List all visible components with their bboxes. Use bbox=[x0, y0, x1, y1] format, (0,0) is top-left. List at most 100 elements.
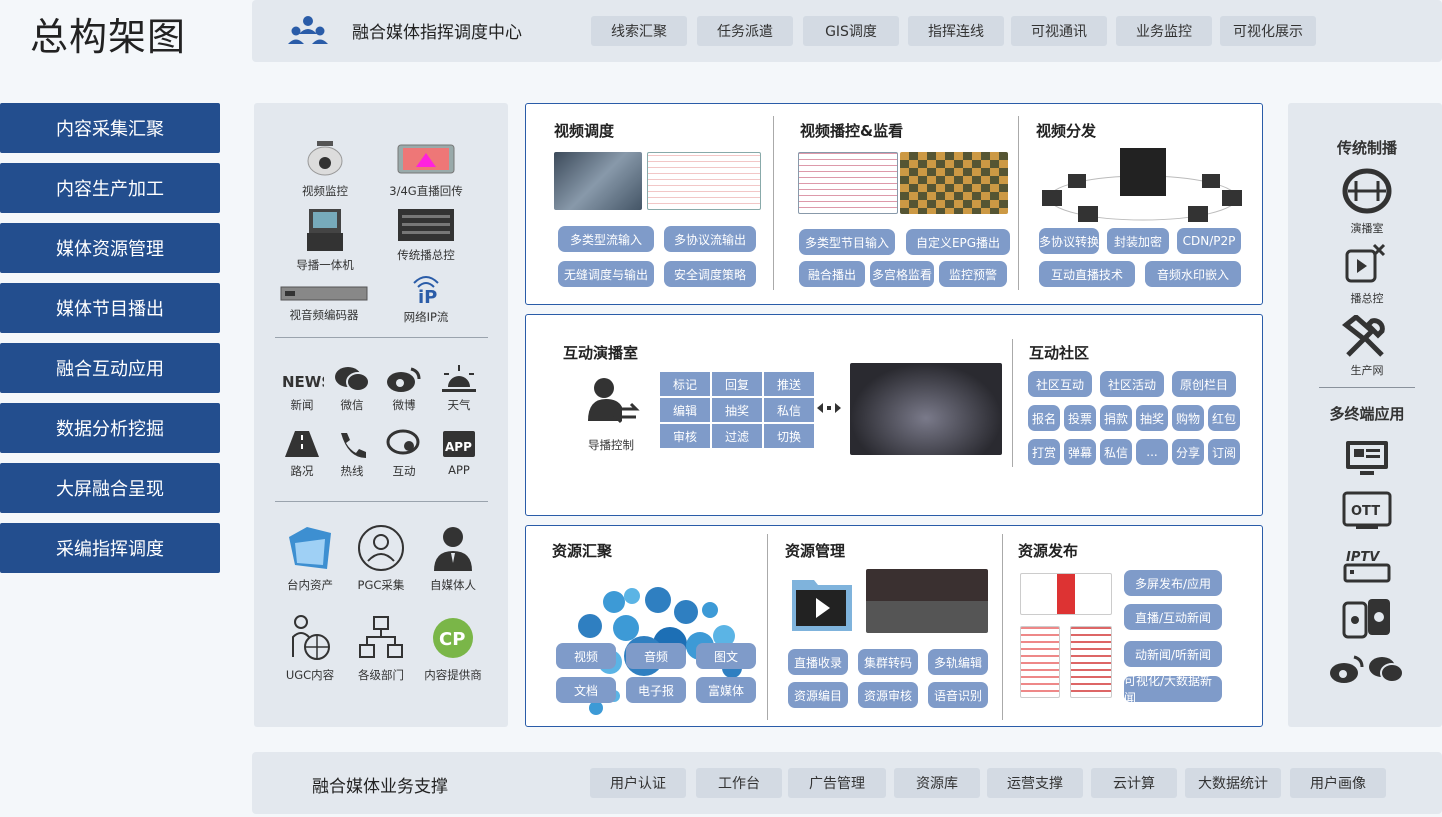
bottom-chip-user-profile[interactable]: 用户画像 bbox=[1290, 768, 1386, 798]
source-label: 热线 bbox=[340, 464, 364, 478]
grid-cell[interactable]: 抽奖 bbox=[712, 398, 762, 422]
nav-program-playout[interactable]: 媒体节目播出 bbox=[0, 283, 220, 333]
users-group-icon bbox=[288, 16, 328, 44]
tag[interactable]: 多类型流输入 bbox=[558, 226, 654, 252]
bottom-chip-ads[interactable]: 广告管理 bbox=[788, 768, 886, 798]
tag[interactable]: 互动直播技术 bbox=[1039, 261, 1135, 287]
tag[interactable]: 无缝调度与输出 bbox=[558, 261, 654, 287]
top-chip-task[interactable]: 任务派遣 bbox=[697, 16, 793, 46]
tag[interactable]: 多轨编辑 bbox=[928, 649, 988, 675]
dispatch-screen-image bbox=[647, 152, 761, 210]
news-site-image bbox=[1020, 573, 1112, 615]
tag[interactable]: 多屏发布/应用 bbox=[1124, 570, 1222, 596]
tag[interactable]: 社区活动 bbox=[1100, 371, 1164, 397]
nav-content-produce[interactable]: 内容生产加工 bbox=[0, 163, 220, 213]
source-label: UGC内容 bbox=[285, 668, 335, 682]
tag[interactable]: 视频 bbox=[556, 643, 616, 669]
grid-cell[interactable]: 推送 bbox=[764, 372, 814, 396]
tag[interactable]: 直播收录 bbox=[788, 649, 848, 675]
tag[interactable]: 融合播出 bbox=[799, 261, 865, 287]
grid-cell[interactable]: 编辑 bbox=[660, 398, 710, 422]
studio-photo bbox=[850, 363, 1002, 455]
source-label: 微信 bbox=[340, 398, 364, 412]
tag[interactable]: 抽奖 bbox=[1136, 405, 1168, 431]
grid-cell[interactable]: 标记 bbox=[660, 372, 710, 396]
tag[interactable]: 文档 bbox=[556, 677, 616, 703]
tag[interactable]: 集群转码 bbox=[858, 649, 918, 675]
grid-cell[interactable]: 回复 bbox=[712, 372, 762, 396]
bottom-chip-workbench[interactable]: 工作台 bbox=[696, 768, 782, 798]
tag[interactable]: 富媒体 bbox=[696, 677, 756, 703]
tag[interactable]: 分享 bbox=[1172, 439, 1204, 465]
tag[interactable]: 音频水印嵌入 bbox=[1145, 261, 1241, 287]
tag[interactable]: 原创栏目 bbox=[1172, 371, 1236, 397]
tag[interactable]: 弹幕 bbox=[1064, 439, 1096, 465]
multi-terminal-title: 多终端应用 bbox=[1329, 405, 1405, 423]
bottom-chip-auth[interactable]: 用户认证 bbox=[590, 768, 686, 798]
tag[interactable]: 资源审核 bbox=[858, 682, 918, 708]
tag[interactable]: 社区互动 bbox=[1028, 371, 1092, 397]
grid-cell[interactable]: 切换 bbox=[764, 424, 814, 448]
nav-data-analysis[interactable]: 数据分析挖掘 bbox=[0, 403, 220, 453]
top-chip-visual-comm[interactable]: 可视通讯 bbox=[1011, 16, 1107, 46]
source-label: 台内资产 bbox=[287, 578, 333, 592]
cctv-camera-icon bbox=[307, 141, 343, 176]
tag[interactable]: 多宫格监看 bbox=[870, 261, 934, 287]
tag[interactable]: 报名 bbox=[1028, 405, 1060, 431]
tag[interactable]: 投票 bbox=[1064, 405, 1096, 431]
source-label: PGC采集 bbox=[357, 578, 405, 592]
source-label: 各级部门 bbox=[358, 668, 404, 682]
tag[interactable]: 语音识别 bbox=[928, 682, 988, 708]
user-globe-icon bbox=[292, 615, 330, 660]
section-title: 互动演播室 bbox=[563, 344, 639, 362]
top-chip-gis[interactable]: GIS调度 bbox=[803, 16, 899, 46]
tag[interactable]: 多类型节目输入 bbox=[799, 229, 895, 255]
tag[interactable]: 监控预警 bbox=[939, 261, 1007, 287]
tag[interactable]: 订阅 bbox=[1208, 439, 1240, 465]
grid-cell[interactable]: 过滤 bbox=[712, 424, 762, 448]
tag[interactable]: 多协议流输出 bbox=[664, 226, 756, 252]
top-chip-monitor[interactable]: 业务监控 bbox=[1116, 16, 1212, 46]
rack-equipment-icon bbox=[398, 209, 454, 241]
tag[interactable]: 购物 bbox=[1172, 405, 1204, 431]
tag[interactable]: 安全调度策略 bbox=[664, 261, 756, 287]
grid-cell[interactable]: 审核 bbox=[660, 424, 710, 448]
source-we-media: 自媒体人 bbox=[411, 523, 495, 593]
tag[interactable]: 私信 bbox=[1100, 439, 1132, 465]
nav-editorial-command[interactable]: 采编指挥调度 bbox=[0, 523, 220, 573]
resource-box: 资源汇聚 视频 音频 图文 文档 电子报 富媒体 资源管理 直播收录 集群转码 … bbox=[525, 525, 1263, 727]
tag[interactable]: ... bbox=[1136, 439, 1168, 465]
tag[interactable]: 电子报 bbox=[626, 677, 686, 703]
ott-box-icon: OTT bbox=[1342, 491, 1392, 529]
tag[interactable]: 打赏 bbox=[1028, 439, 1060, 465]
source-label: 内容提供商 bbox=[424, 668, 482, 682]
nav-content-collect[interactable]: 内容采集汇聚 bbox=[0, 103, 220, 153]
bottom-chip-cloud[interactable]: 云计算 bbox=[1091, 768, 1177, 798]
tag[interactable]: CDN/P2P bbox=[1177, 228, 1241, 254]
nav-interactive-apps[interactable]: 融合互动应用 bbox=[0, 343, 220, 393]
top-chip-connect[interactable]: 指挥连线 bbox=[908, 16, 1004, 46]
bottom-chip-bigdata[interactable]: 大数据统计 bbox=[1185, 768, 1281, 798]
tag[interactable]: 动新闻/听新闻 bbox=[1124, 641, 1222, 667]
tag[interactable]: 封装加密 bbox=[1107, 228, 1169, 254]
right-item-label: 演播室 bbox=[1350, 222, 1384, 235]
tag[interactable]: 图文 bbox=[696, 643, 756, 669]
tag[interactable]: 红包 bbox=[1208, 405, 1240, 431]
tag[interactable]: 资源编目 bbox=[788, 682, 848, 708]
bottom-chip-operations[interactable]: 运营支撑 bbox=[987, 768, 1083, 798]
nav-media-assets[interactable]: 媒体资源管理 bbox=[0, 223, 220, 273]
top-chip-visualization[interactable]: 可视化展示 bbox=[1220, 16, 1316, 46]
source-video-monitor: 视频监控 bbox=[283, 139, 367, 199]
tag[interactable]: 音频 bbox=[626, 643, 686, 669]
nav-big-screen[interactable]: 大屏融合呈现 bbox=[0, 463, 220, 513]
tag[interactable]: 可视化/大数据新闻 bbox=[1124, 674, 1222, 705]
cp-glyph: CP bbox=[439, 629, 465, 650]
tag[interactable]: 多协议转换 bbox=[1039, 228, 1099, 254]
bottom-chip-repository[interactable]: 资源库 bbox=[894, 768, 980, 798]
grid-cell[interactable]: 私信 bbox=[764, 398, 814, 422]
top-chip-clue[interactable]: 线索汇聚 bbox=[591, 16, 687, 46]
tag[interactable]: 捐款 bbox=[1100, 405, 1132, 431]
tag[interactable]: 自定义EPG播出 bbox=[906, 229, 1010, 255]
tag[interactable]: 直播/互动新闻 bbox=[1124, 604, 1222, 630]
source-label: 网络IP流 bbox=[403, 310, 449, 324]
